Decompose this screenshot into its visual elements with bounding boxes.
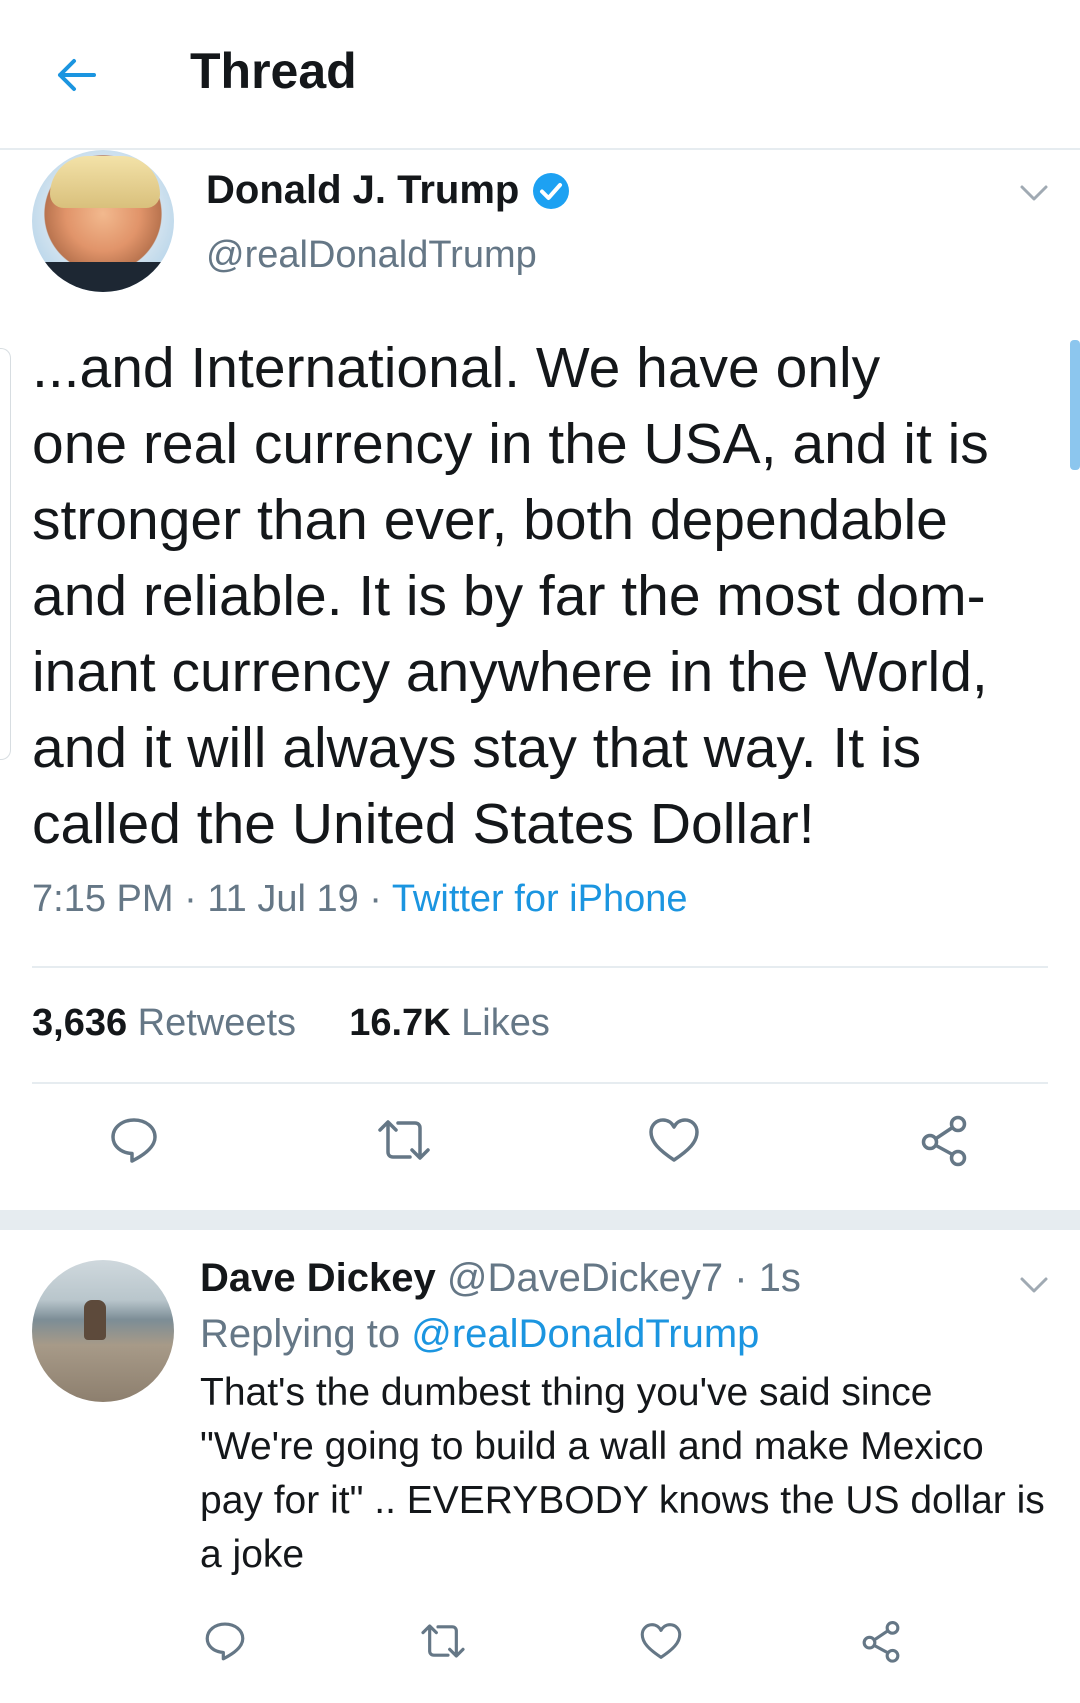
retweets-count: 3,636 (32, 1002, 128, 1044)
likes-count: 16.7K (349, 1002, 451, 1044)
scroll-indicator[interactable] (1070, 340, 1080, 470)
likes-stat[interactable]: 16.7K Likes (349, 1002, 550, 1044)
chevron-down-icon[interactable] (1014, 172, 1054, 212)
meta-separator: · (184, 878, 208, 920)
reply-header: Dave Dickey @DaveDickey7 · 1s (200, 1256, 801, 1301)
meta-separator: · (734, 1256, 759, 1300)
tweet-source-link[interactable]: Twitter for iPhone (392, 878, 688, 920)
reply-avatar[interactable] (32, 1260, 174, 1402)
reply-age: 1s (758, 1256, 801, 1300)
avatar-suit (32, 262, 174, 292)
reply-icon[interactable] (200, 1616, 250, 1666)
back-arrow-icon[interactable] (46, 45, 106, 105)
share-icon[interactable] (856, 1616, 906, 1666)
avatar-hair (50, 156, 160, 208)
retweet-icon[interactable] (416, 1616, 470, 1666)
thread-separator (0, 1210, 1080, 1230)
reply-author-name[interactable]: Dave Dickey (200, 1256, 436, 1300)
share-icon[interactable] (912, 1110, 976, 1170)
replying-to: Replying to @realDonaldTrump (200, 1312, 759, 1357)
author-name-row: Donald J. Trump (206, 168, 571, 213)
reply-icon[interactable] (104, 1110, 164, 1170)
divider (32, 1082, 1048, 1084)
tweet-stats: 3,636 Retweets 16.7K Likes (32, 1002, 550, 1045)
top-bar: Thread (0, 0, 1080, 150)
verified-badge-icon (533, 172, 570, 209)
tweet-date: 11 Jul 19 (207, 878, 359, 920)
author-handle[interactable]: @realDonaldTrump (206, 234, 537, 277)
reply-text: That's the dumbest thing you've said sin… (200, 1371, 1045, 1576)
tweet-metadata: 7:15 PM · 11 Jul 19 · Twitter for iPhone (32, 878, 688, 921)
likes-label: Likes (461, 1002, 550, 1044)
divider (32, 966, 1048, 968)
tweet-text: ...and International. We have only one r… (32, 336, 989, 856)
author-name[interactable]: Donald J. Trump (206, 168, 519, 213)
avatar-figure (84, 1300, 106, 1340)
edge-handle[interactable] (0, 348, 11, 760)
meta-separator: · (369, 878, 392, 920)
avatar[interactable] (32, 150, 174, 292)
retweets-stat[interactable]: 3,636 Retweets (32, 1002, 296, 1044)
tweet-time: 7:15 PM (32, 878, 174, 920)
page-title: Thread (190, 43, 357, 99)
like-icon[interactable] (644, 1110, 704, 1170)
replying-to-label: Replying to (200, 1312, 401, 1356)
replying-to-mention[interactable]: @realDonaldTrump (411, 1312, 759, 1356)
retweets-label: Retweets (137, 1002, 297, 1044)
retweet-icon[interactable] (372, 1110, 436, 1170)
like-icon[interactable] (636, 1616, 686, 1666)
reply-author-handle[interactable]: @DaveDickey7 (447, 1256, 723, 1300)
chevron-down-icon[interactable] (1014, 1264, 1054, 1304)
